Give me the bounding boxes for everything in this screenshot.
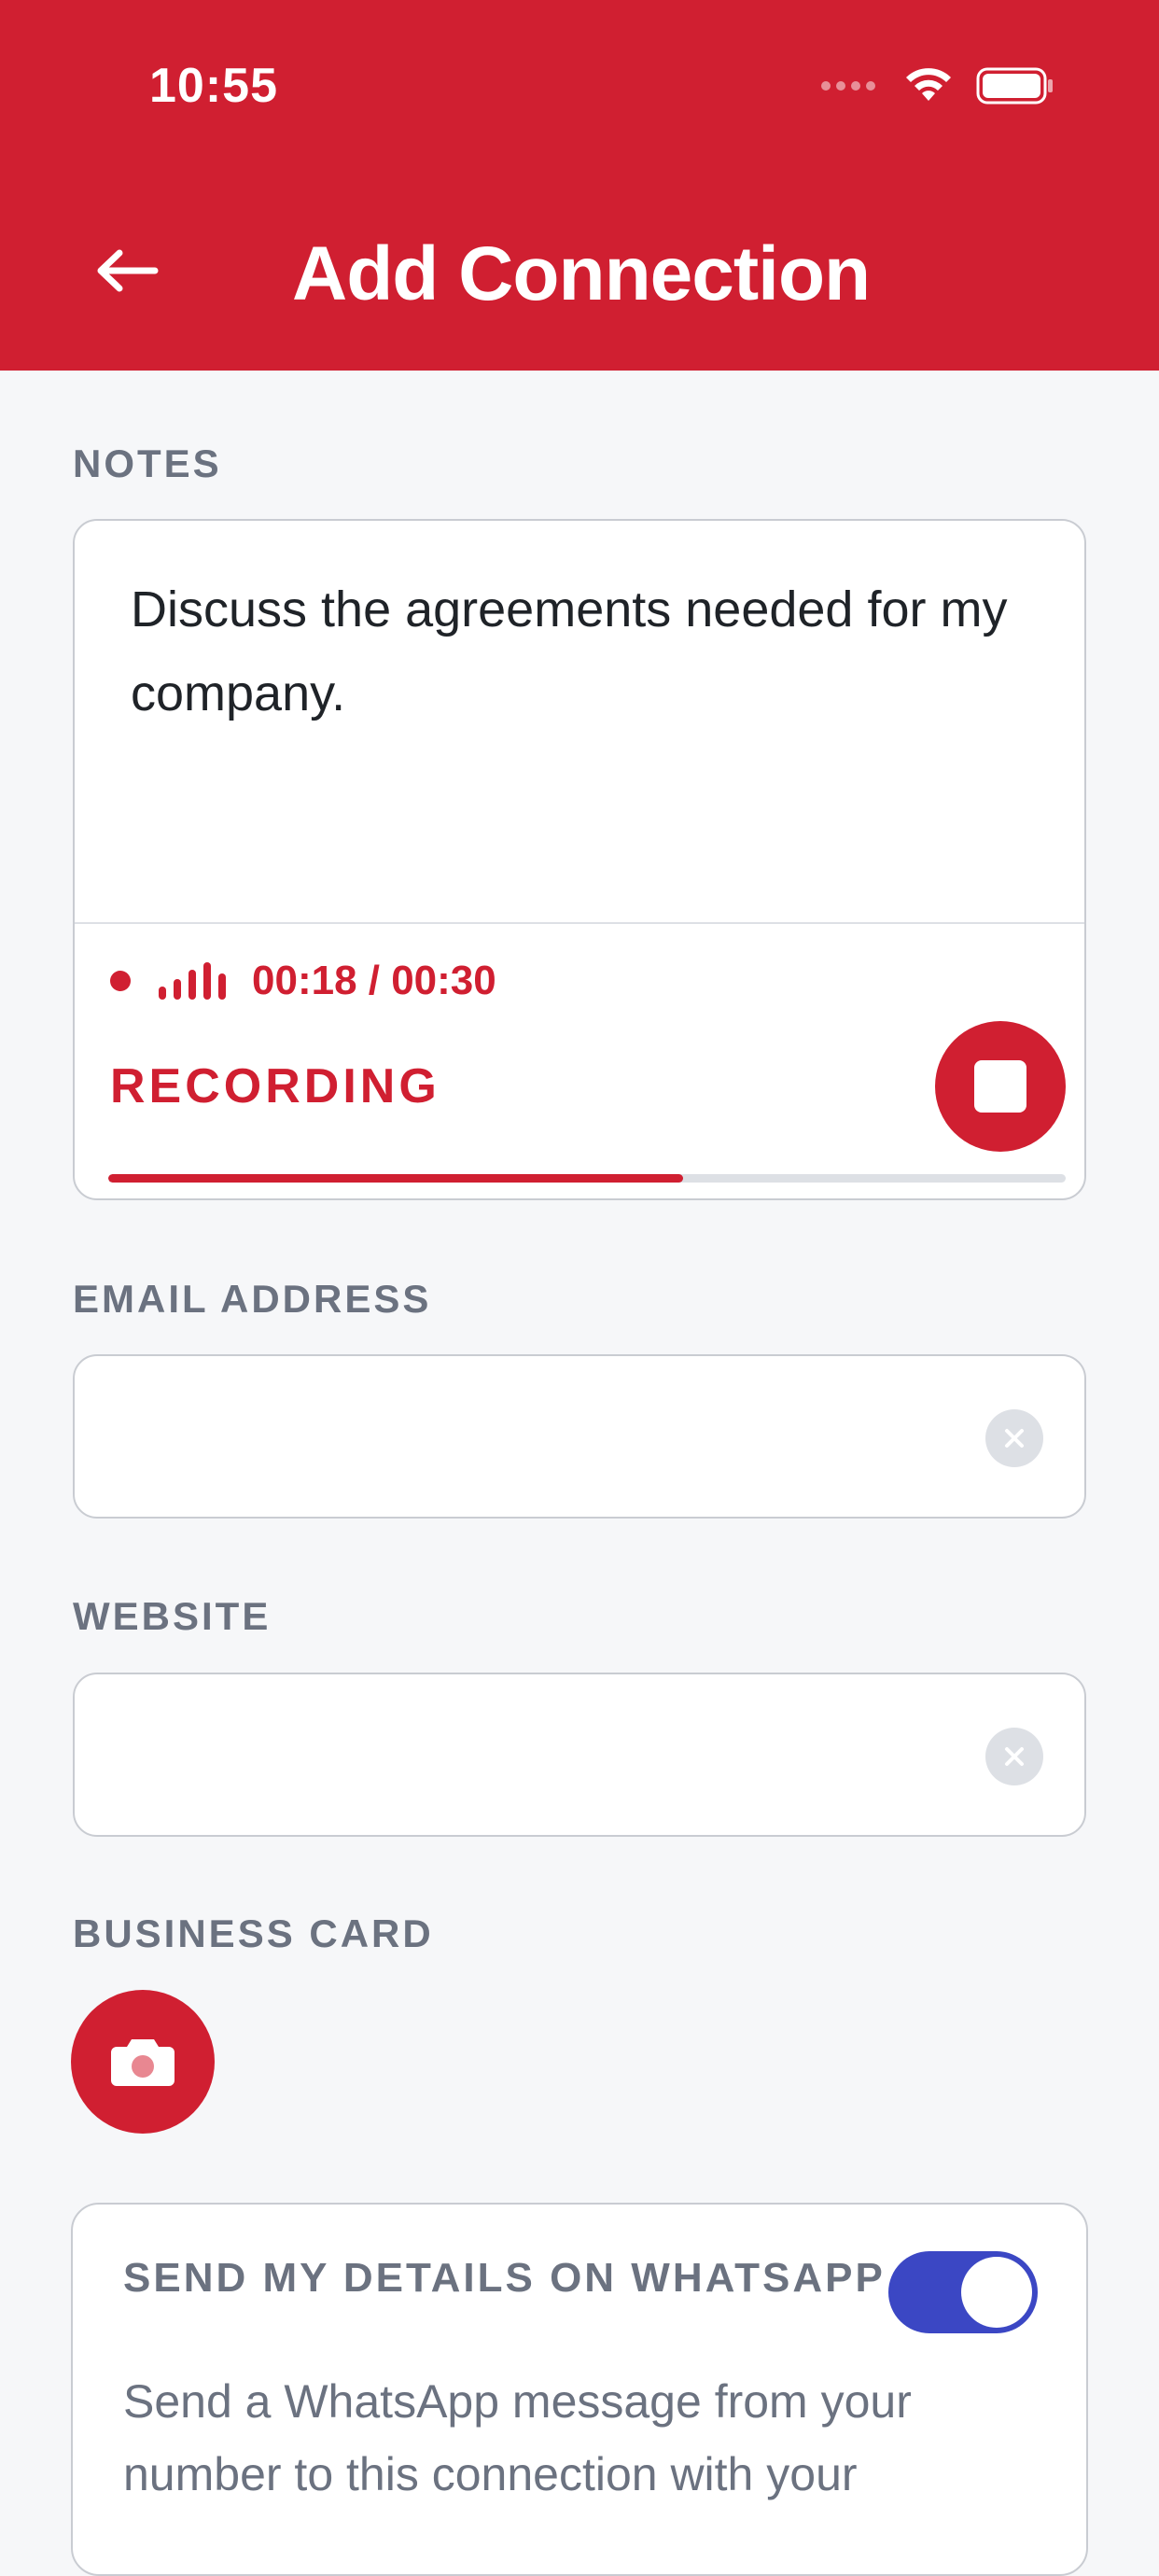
battery-icon	[976, 67, 1053, 105]
notes-label: NOTES	[73, 441, 222, 485]
audio-level-icon	[159, 962, 226, 1000]
whatsapp-title: SEND MY DETAILS ON WHATSAPP	[123, 2255, 886, 2301]
recording-timer: 00:18 / 00:30	[252, 958, 496, 1003]
business-card-label: BUSINESS CARD	[73, 1911, 434, 1955]
notes-card: Discuss the agreements needed for my com…	[73, 519, 1086, 1200]
camera-icon	[111, 2039, 175, 2086]
recording-progress-bar	[108, 1174, 1066, 1183]
recording-info-row: 00:18 / 00:30	[110, 958, 496, 1004]
email-input[interactable]	[121, 1393, 928, 1483]
cellular-signal-icon	[821, 81, 875, 91]
back-button[interactable]	[90, 233, 164, 308]
notes-textarea[interactable]: Discuss the agreements needed for my com…	[131, 567, 1045, 735]
website-clear-button[interactable]	[985, 1728, 1043, 1785]
website-label: WEBSITE	[73, 1594, 272, 1638]
recording-progress-fill	[108, 1174, 683, 1183]
email-label: EMAIL ADDRESS	[73, 1277, 432, 1321]
close-icon	[1005, 1429, 1024, 1448]
website-field-container	[73, 1673, 1086, 1837]
whatsapp-description: Send a WhatsApp message from your number…	[123, 2375, 912, 2500]
close-icon	[1005, 1747, 1024, 1766]
app-header: 10:55 Add Connection	[0, 0, 1159, 371]
website-input[interactable]	[121, 1712, 928, 1801]
status-icons	[821, 67, 1054, 105]
business-card-camera-button[interactable]	[71, 1990, 215, 2134]
page-title: Add Connection	[292, 231, 871, 316]
stop-icon	[974, 1060, 1026, 1113]
recording-status: RECORDING	[110, 1059, 440, 1113]
whatsapp-card: SEND MY DETAILS ON WHATSAPP Send a Whats…	[71, 2203, 1088, 2576]
recording-dot-icon	[110, 971, 131, 991]
toggle-knob	[961, 2257, 1032, 2328]
email-clear-button[interactable]	[985, 1409, 1043, 1467]
email-field-container	[73, 1354, 1086, 1519]
stop-recording-button[interactable]	[935, 1021, 1066, 1152]
whatsapp-toggle[interactable]	[888, 2251, 1038, 2333]
notes-divider	[75, 922, 1084, 924]
arrow-left-icon	[97, 249, 159, 292]
status-time: 10:55	[149, 59, 278, 113]
wifi-icon	[906, 68, 951, 101]
